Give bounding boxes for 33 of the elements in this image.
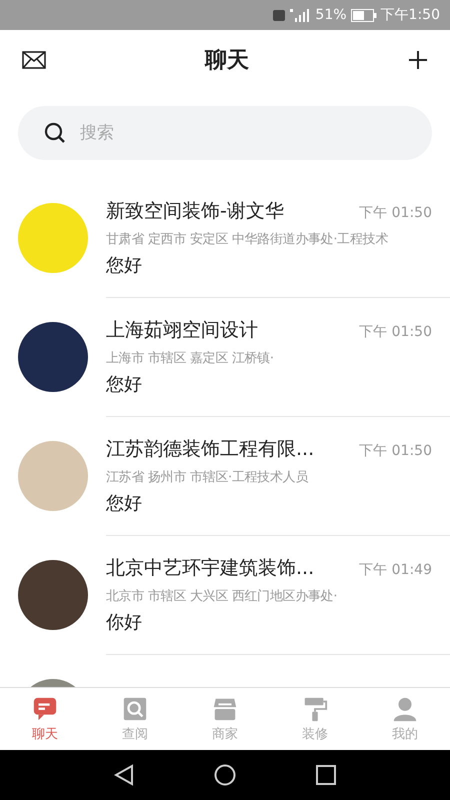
message-preview: 您好 — [106, 254, 143, 276]
search-field[interactable]: 搜索 — [18, 106, 432, 160]
message-preview: 您好 — [106, 492, 143, 514]
contact-location: 甘肃省 定西市 安定区 中华路街道办事处·工程技术 — [106, 230, 390, 248]
recents-icon[interactable] — [316, 765, 336, 785]
contact-name: 新致空间装饰-谢文华 — [106, 198, 284, 224]
search-icon — [122, 696, 148, 722]
message-preview: 您好 — [106, 372, 143, 396]
back-icon[interactable] — [114, 764, 134, 786]
plus-icon[interactable] — [408, 50, 428, 70]
page-title: 聊天 — [205, 47, 249, 75]
message-time: 下午 01:50 — [359, 322, 432, 340]
contact-location: 江苏省 扬州市 市辖区·工程技术人员 — [106, 468, 309, 486]
person-icon — [392, 696, 418, 722]
message-time: 下午 01:49 — [359, 560, 432, 578]
search-icon — [44, 122, 66, 144]
signal-icon — [289, 8, 312, 22]
contact-name: 上海茹翊空间设计 — [106, 318, 258, 342]
roller-icon — [302, 696, 328, 722]
contact-name: 北京中艺环宇建筑装饰... — [106, 556, 314, 580]
contact-location: 上海市 市辖区 嘉定区 江桥镇· — [106, 350, 275, 366]
chat-icon — [32, 696, 58, 722]
status-time: 下午1:50 — [380, 6, 440, 24]
message-time: 下午 01:50 — [359, 442, 432, 460]
message-preview: 你好 — [106, 610, 143, 634]
hd-icon — [273, 10, 286, 20]
home-icon[interactable] — [214, 764, 236, 786]
mail-icon[interactable] — [22, 51, 46, 69]
contact-name: 江苏韵德装饰工程有限... — [106, 436, 314, 462]
battery-percent: 51% — [315, 7, 347, 23]
contact-location: 北京市 市辖区 大兴区 西红门地区办事处· — [106, 588, 338, 604]
battery-icon — [350, 8, 377, 22]
message-time: 下午 01:50 — [359, 204, 432, 222]
